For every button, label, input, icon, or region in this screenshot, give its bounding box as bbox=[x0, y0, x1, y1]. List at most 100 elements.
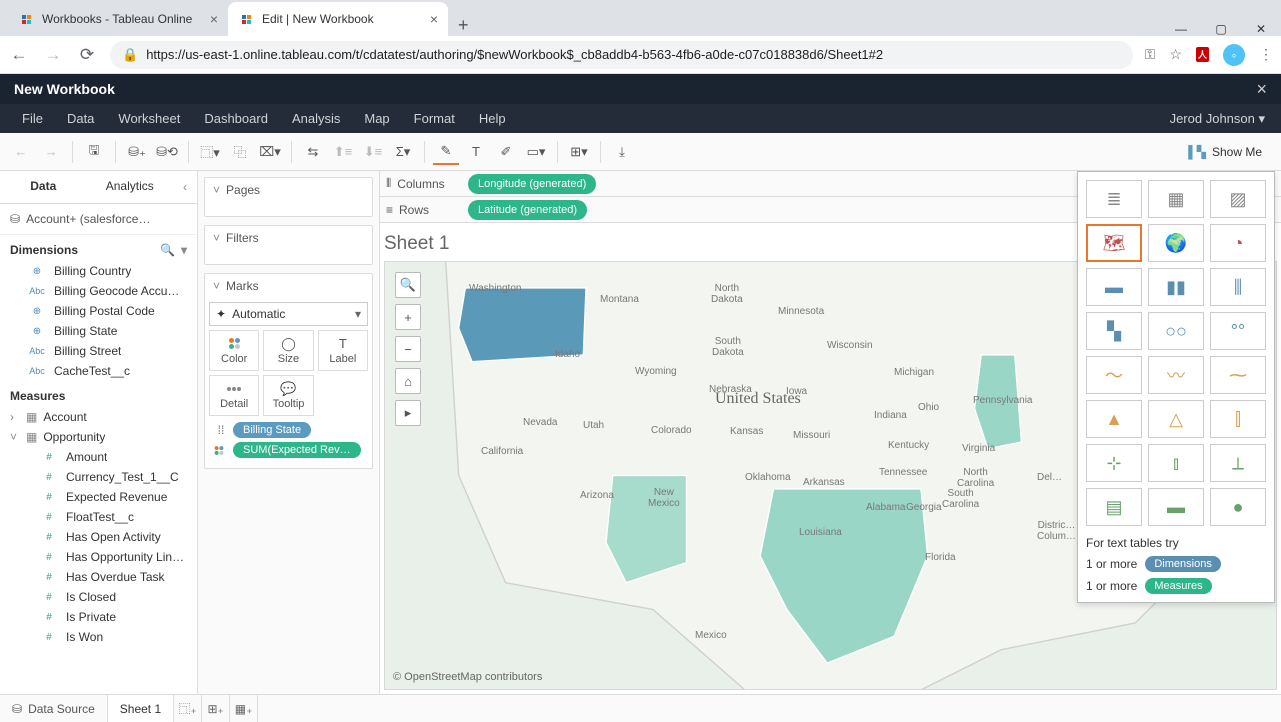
showme-viz-option[interactable]: ○○ bbox=[1148, 312, 1204, 350]
dimension-field[interactable]: AbcBilling Street bbox=[0, 341, 197, 361]
dimension-field[interactable]: ⊕Billing State bbox=[0, 321, 197, 341]
save-button[interactable]: 🖫 bbox=[81, 139, 107, 165]
showme-viz-option[interactable]: ▬ bbox=[1148, 488, 1204, 526]
measure-field[interactable]: #Currency_Test_1__C bbox=[0, 467, 197, 487]
window-maximize[interactable]: ▢ bbox=[1201, 22, 1241, 36]
new-dashboard-tab[interactable]: ⊞₊ bbox=[202, 695, 230, 722]
sheet1-tab[interactable]: Sheet 1 bbox=[108, 695, 174, 722]
window-minimize[interactable]: — bbox=[1161, 22, 1201, 36]
showme-viz-option[interactable]: ⫿ bbox=[1210, 400, 1266, 438]
menu-analysis[interactable]: Analysis bbox=[280, 111, 352, 126]
menu-file[interactable]: File bbox=[10, 111, 55, 126]
url-input[interactable]: 🔒 https://us-east-1.online.tableau.com/t… bbox=[110, 41, 1133, 69]
clear-button[interactable]: ⌧▾ bbox=[257, 139, 283, 165]
browser-tab-inactive[interactable]: Workbooks - Tableau Online × bbox=[8, 2, 228, 36]
close-workbook-button[interactable]: × bbox=[1256, 79, 1267, 100]
window-close[interactable]: ✕ bbox=[1241, 22, 1281, 36]
measure-field[interactable]: #Has Open Activity bbox=[0, 527, 197, 547]
measure-folder[interactable]: ˅▦Opportunity bbox=[0, 427, 197, 447]
columns-pill-longitude[interactable]: Longitude (generated) bbox=[468, 174, 596, 194]
fit-button[interactable]: ▭▾ bbox=[523, 139, 549, 165]
showme-viz-option[interactable]: △ bbox=[1148, 400, 1204, 438]
map-zoom-out-button[interactable]: − bbox=[395, 336, 421, 362]
showme-viz-option[interactable]: ▤ bbox=[1086, 488, 1142, 526]
map-zoom-in-button[interactable]: + bbox=[395, 304, 421, 330]
analytics-tab[interactable]: Analytics bbox=[87, 171, 174, 203]
encoding-detail-billing-state[interactable]: ⁞⁞Billing State bbox=[213, 422, 364, 438]
marks-label-button[interactable]: TLabel bbox=[318, 330, 368, 371]
showme-viz-option[interactable]: ▮▮ bbox=[1148, 268, 1204, 306]
menu-data[interactable]: Data bbox=[55, 111, 106, 126]
key-icon[interactable]: ⚿ bbox=[1145, 46, 1156, 63]
showme-viz-option[interactable]: ▨ bbox=[1210, 180, 1266, 218]
browser-tab-active[interactable]: Edit | New Workbook × bbox=[228, 2, 448, 36]
menu-help[interactable]: Help bbox=[467, 111, 518, 126]
menu-dashboard[interactable]: Dashboard bbox=[192, 111, 280, 126]
measure-field[interactable]: #FloatTest__c bbox=[0, 507, 197, 527]
measure-field[interactable]: #Amount bbox=[0, 447, 197, 467]
map-home-button[interactable]: ⌂ bbox=[395, 368, 421, 394]
showme-viz-option[interactable]: °° bbox=[1210, 312, 1266, 350]
sort-desc-button[interactable]: ⬇≡ bbox=[360, 139, 386, 165]
highlight-button[interactable]: ✎ bbox=[433, 139, 459, 165]
marks-detail-button[interactable]: Detail bbox=[209, 375, 259, 416]
measure-field[interactable]: #Has Overdue Task bbox=[0, 567, 197, 587]
showme-viz-option[interactable]: ◔ bbox=[1210, 224, 1266, 262]
showme-viz-option[interactable]: ≣ bbox=[1086, 180, 1142, 218]
sort-asc-button[interactable]: ⬆≡ bbox=[330, 139, 356, 165]
chrome-menu-icon[interactable]: ⋮ bbox=[1259, 46, 1273, 63]
showme-viz-option[interactable]: 〜 bbox=[1086, 356, 1142, 394]
datasource-tab[interactable]: ⛁Data Source bbox=[0, 695, 108, 722]
showme-viz-option[interactable]: ▦ bbox=[1148, 180, 1204, 218]
showme-viz-option[interactable]: ⁓ bbox=[1210, 356, 1266, 394]
nav-back[interactable]: ← bbox=[8, 45, 30, 65]
refresh-data-button[interactable]: ⛁⟲ bbox=[154, 139, 180, 165]
totals-button[interactable]: Σ▾ bbox=[390, 139, 416, 165]
showme-viz-option[interactable]: 〰 bbox=[1148, 356, 1204, 394]
format-button[interactable]: ✐ bbox=[493, 139, 519, 165]
measure-field[interactable]: #Expected Revenue bbox=[0, 487, 197, 507]
showme-viz-option[interactable]: 🌍 bbox=[1148, 224, 1204, 262]
new-worksheet-tab[interactable]: ⿹₊ bbox=[174, 695, 202, 722]
menu-map[interactable]: Map bbox=[352, 111, 401, 126]
new-tab-button[interactable]: + bbox=[448, 15, 479, 36]
collapse-panel-icon[interactable]: ‹ bbox=[173, 180, 197, 194]
bookmark-star-icon[interactable]: ☆ bbox=[1169, 46, 1182, 63]
download-button[interactable]: ⤓ bbox=[609, 139, 635, 165]
new-story-tab[interactable]: ▦₊ bbox=[230, 695, 258, 722]
measure-folder[interactable]: ›▦Account bbox=[0, 407, 197, 427]
tab-close-icon[interactable]: × bbox=[210, 11, 218, 27]
duplicate-button[interactable]: ⿻ bbox=[227, 139, 253, 165]
showme-viz-option[interactable]: 🗺 bbox=[1086, 224, 1142, 262]
menu-icon[interactable]: ▾ bbox=[181, 243, 187, 257]
showme-viz-option[interactable]: ▲ bbox=[1086, 400, 1142, 438]
menu-worksheet[interactable]: Worksheet bbox=[106, 111, 192, 126]
nav-reload[interactable]: ⟳ bbox=[76, 45, 98, 65]
user-menu[interactable]: Jerod Johnson ▾ bbox=[1170, 111, 1271, 127]
search-icon[interactable]: 🔍 bbox=[160, 243, 175, 257]
redo-button[interactable]: → bbox=[38, 139, 64, 165]
measure-field[interactable]: #Is Won bbox=[0, 627, 197, 647]
tab-close-icon[interactable]: × bbox=[430, 11, 438, 27]
undo-button[interactable]: ← bbox=[8, 139, 34, 165]
show-me-toggle[interactable]: ▌▚ Show Me bbox=[1177, 140, 1273, 164]
pdf-extension-icon[interactable]: 人 bbox=[1196, 47, 1209, 62]
encoding-color-sum-expected-rev[interactable]: SUM(Expected Rev… bbox=[213, 442, 364, 458]
showme-viz-option[interactable]: ▬ bbox=[1086, 268, 1142, 306]
map-search-button[interactable]: 🔍 bbox=[395, 272, 421, 298]
datasource-item[interactable]: ⛁ Account+ (salesforce… bbox=[0, 204, 197, 235]
rows-pill-latitude[interactable]: Latitude (generated) bbox=[468, 200, 587, 220]
marks-color-button[interactable]: Color bbox=[209, 330, 259, 371]
new-worksheet-button[interactable]: ⿹▾ bbox=[197, 139, 223, 165]
mark-type-dropdown[interactable]: ✦ Automatic ▾ bbox=[209, 302, 368, 326]
showme-viz-option[interactable]: ⟂ bbox=[1210, 444, 1266, 482]
marks-tooltip-button[interactable]: 💬Tooltip bbox=[263, 375, 313, 416]
dimension-field[interactable]: AbcBilling Geocode Accu… bbox=[0, 281, 197, 301]
pages-card[interactable]: ˅Pages bbox=[204, 177, 373, 217]
menu-format[interactable]: Format bbox=[402, 111, 467, 126]
swap-button[interactable]: ⇆ bbox=[300, 139, 326, 165]
showme-viz-option[interactable]: ⫾ bbox=[1148, 444, 1204, 482]
dimension-field[interactable]: ⊕Billing Country bbox=[0, 261, 197, 281]
dimension-field[interactable]: ⊕Billing Postal Code bbox=[0, 301, 197, 321]
nav-forward[interactable]: → bbox=[42, 45, 64, 65]
